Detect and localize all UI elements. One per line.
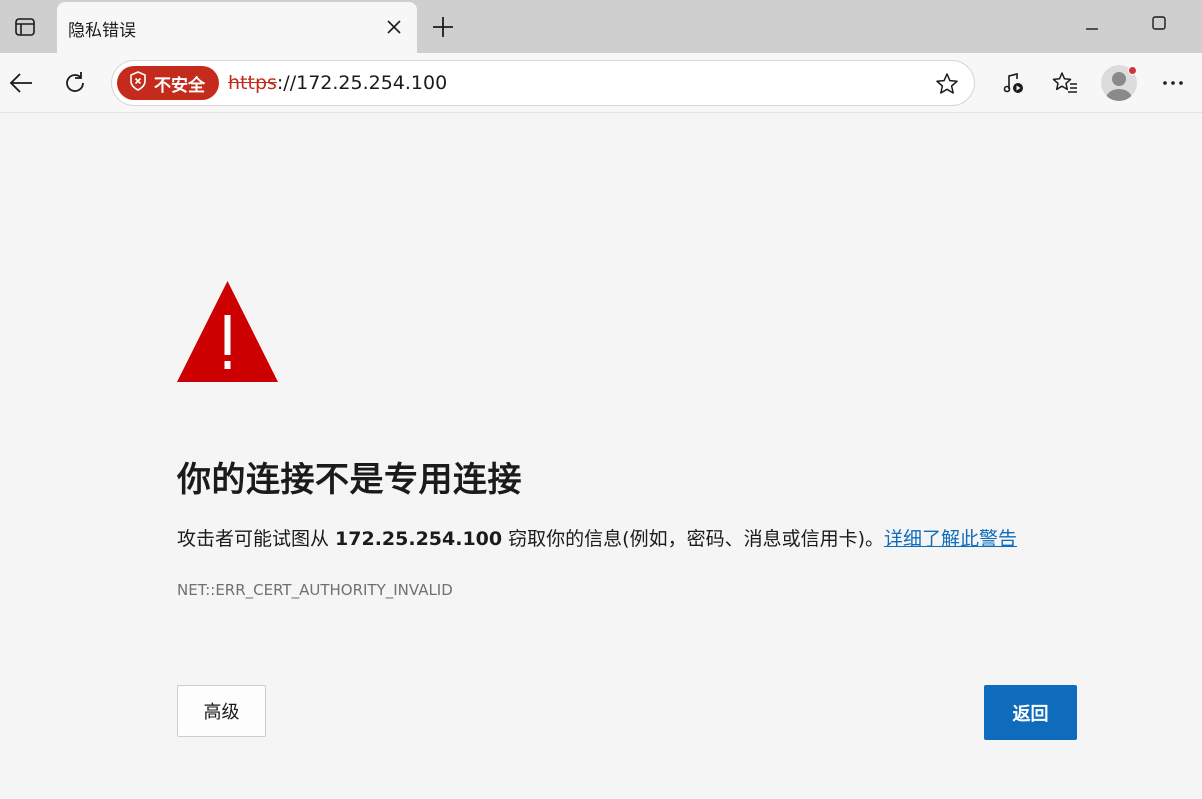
security-indicator[interactable]: 不安全: [117, 66, 219, 100]
url-scheme: https: [228, 72, 277, 94]
favorites-icon[interactable]: [1049, 67, 1081, 99]
tab-active[interactable]: 隐私错误: [57, 2, 417, 53]
notification-dot: [1128, 66, 1137, 75]
security-label: 不安全: [154, 75, 205, 96]
url-text[interactable]: https://172.25.254.100: [228, 72, 447, 94]
browser-toolbar: 不安全 https://172.25.254.100: [0, 53, 1202, 113]
advanced-button[interactable]: 高级: [177, 685, 266, 737]
warning-icon: [177, 281, 278, 382]
page-title: 你的连接不是专用连接: [177, 460, 522, 500]
warning-description: 攻击者可能试图从 172.25.254.100 窃取你的信息(例如，密码、消息或…: [177, 524, 1017, 551]
tab-title: 隐私错误: [68, 21, 136, 41]
more-icon[interactable]: [1157, 67, 1189, 99]
learn-more-link[interactable]: 详细了解此警告: [884, 528, 1017, 550]
plus-icon[interactable]: [428, 12, 458, 42]
shield-icon: [129, 71, 147, 95]
address-bar[interactable]: 不安全 https://172.25.254.100: [111, 60, 975, 106]
back-button[interactable]: 返回: [984, 685, 1077, 740]
title-bar: 隐私错误: [0, 0, 1202, 53]
maximize-icon[interactable]: [1144, 8, 1174, 38]
refresh-icon[interactable]: [59, 67, 91, 99]
star-icon[interactable]: [934, 71, 960, 97]
description-suffix: 窃取你的信息(例如，密码、消息或信用卡)。: [502, 528, 884, 550]
error-code: NET::ERR_CERT_AUTHORITY_INVALID: [177, 581, 453, 599]
music-note-icon[interactable]: [997, 67, 1029, 99]
back-arrow-icon[interactable]: [5, 67, 37, 99]
close-icon[interactable]: [383, 16, 405, 38]
description-prefix: 攻击者可能试图从: [177, 528, 336, 550]
description-host: 172.25.254.100: [335, 528, 503, 550]
tab-actions-icon[interactable]: [0, 0, 50, 53]
url-host: ://172.25.254.100: [276, 72, 448, 94]
minimize-icon[interactable]: [1077, 8, 1107, 38]
